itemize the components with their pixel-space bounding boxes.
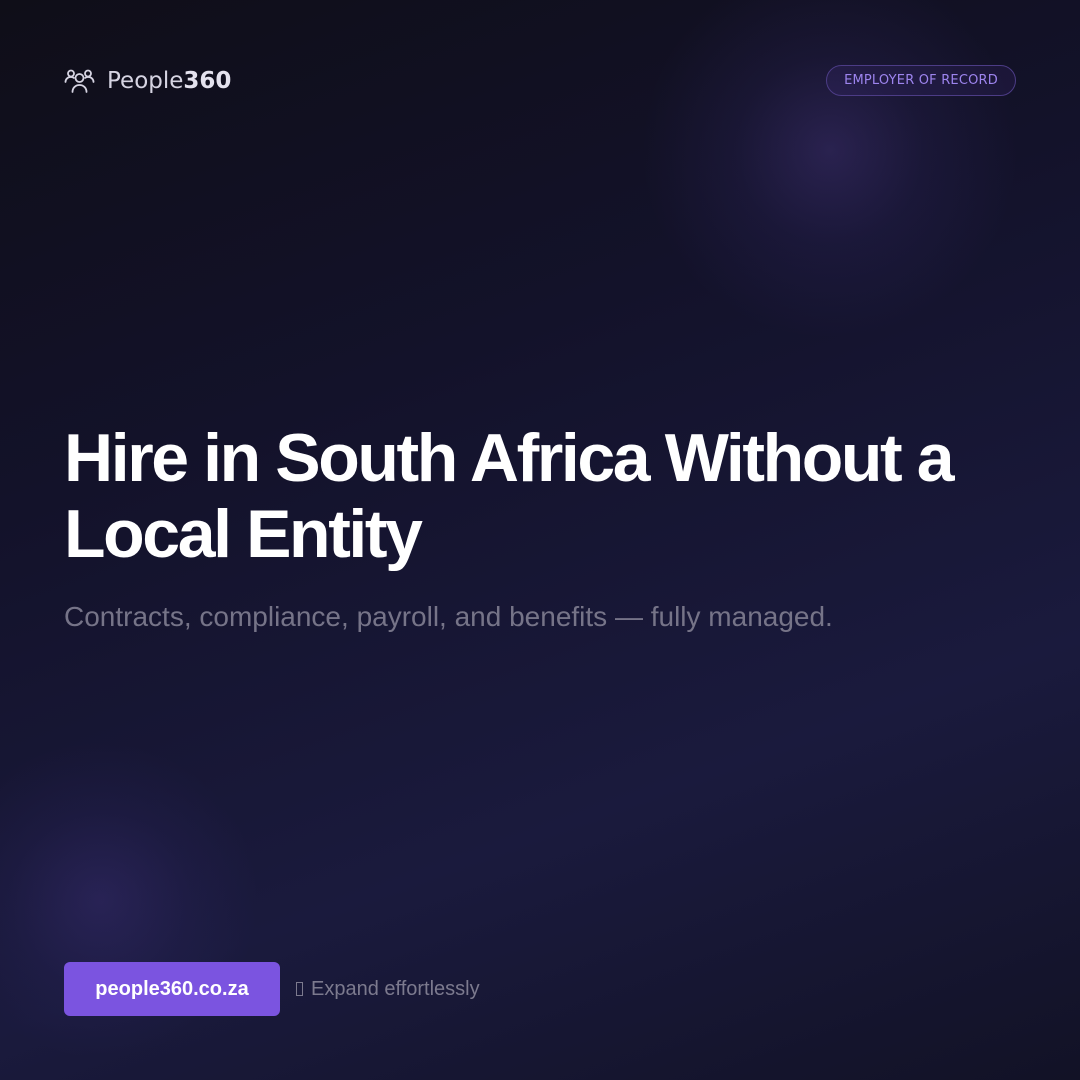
promo-canvas: People360 EMPLOYER OF RECORD Hire in Sou… bbox=[0, 0, 1080, 1080]
tagline-text: Expand effortlessly bbox=[311, 977, 480, 1000]
employer-of-record-badge: EMPLOYER OF RECORD bbox=[826, 65, 1016, 96]
brand-name-number: 360 bbox=[183, 68, 232, 94]
background-glow-top bbox=[640, 0, 1020, 340]
hero-headline: Hire in South Africa Without a Local Ent… bbox=[64, 420, 955, 572]
brand-name-word: People bbox=[107, 68, 184, 94]
missing-glyph-icon bbox=[296, 982, 303, 996]
hero-subheadline: Contracts, compliance, payroll, and bene… bbox=[64, 601, 833, 632]
brand-name: People360 bbox=[107, 68, 231, 94]
people-group-icon bbox=[64, 67, 95, 95]
website-cta-button[interactable]: people360.co.za bbox=[64, 962, 280, 1016]
footer-tagline: Expand effortlessly bbox=[296, 962, 480, 1016]
brand-logo: People360 bbox=[64, 64, 231, 98]
